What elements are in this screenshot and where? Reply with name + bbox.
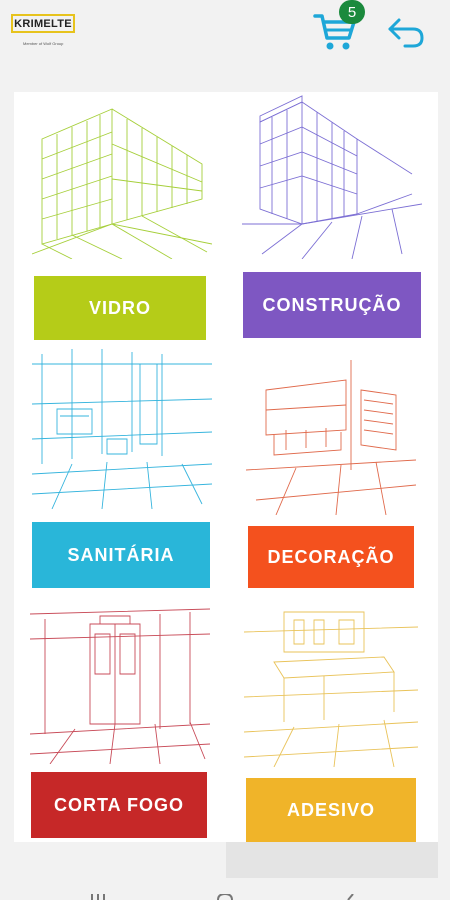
recent-apps-icon[interactable] <box>90 894 106 900</box>
category-button-construcao[interactable]: CONSTRUÇÃO <box>243 272 421 338</box>
logo-subtitle: Member of Wolf Group <box>23 41 64 46</box>
category-tile-construcao[interactable]: CONSTRUÇÃO <box>242 94 422 340</box>
category-label: SANITÁRIA <box>67 544 175 565</box>
category-tile-corta-fogo[interactable]: CORTA FOGO <box>30 594 210 840</box>
building-construction-sketch <box>242 95 422 259</box>
fire-door-sketch <box>30 608 210 764</box>
category-label: VIDRO <box>88 297 151 318</box>
cart-count-badge: 5 <box>339 0 365 24</box>
category-tile-adesivo[interactable]: ADESIVO <box>244 602 418 842</box>
app-header: KRIMELTE Member of Wolf Group 5 <box>0 0 450 88</box>
glass-building-sketch <box>32 108 212 259</box>
category-label: ADESIVO <box>286 799 376 820</box>
logo-box: KRIMELTE <box>11 14 75 33</box>
kitchen-decoration-sketch <box>246 360 416 515</box>
system-nav-bar <box>0 878 450 900</box>
logo-text: KRIMELTE <box>14 17 72 30</box>
category-tile-sanitaria[interactable]: SANITÁRIA <box>32 344 212 590</box>
category-grid: VIDRO CONSTRUÇÃO SANITÁRIA DECORAÇÃO COR… <box>14 92 438 842</box>
category-tile-vidro[interactable]: VIDRO <box>32 94 212 342</box>
category-tile-decoracao[interactable]: DECORAÇÃO <box>246 350 416 590</box>
home-icon[interactable] <box>217 894 233 900</box>
category-button-sanitaria[interactable]: SANITÁRIA <box>32 522 210 588</box>
back-arrow-icon <box>388 18 424 48</box>
krimelte-logo[interactable]: KRIMELTE Member of Wolf Group <box>11 14 78 48</box>
category-button-adesivo[interactable]: ADESIVO <box>246 778 416 842</box>
category-label: DECORAÇÃO <box>267 546 395 567</box>
category-button-decoracao[interactable]: DECORAÇÃO <box>248 526 414 588</box>
category-label: CONSTRUÇÃO <box>262 294 402 315</box>
category-button-vidro[interactable]: VIDRO <box>34 276 206 340</box>
scroll-overlay <box>226 842 438 878</box>
back-nav-icon[interactable] <box>345 894 355 900</box>
category-button-corta-fogo[interactable]: CORTA FOGO <box>31 772 207 838</box>
back-button[interactable] <box>385 14 427 50</box>
bathroom-sketch <box>32 349 212 509</box>
workshop-adhesive-sketch <box>244 611 418 767</box>
category-label: CORTA FOGO <box>54 794 184 815</box>
